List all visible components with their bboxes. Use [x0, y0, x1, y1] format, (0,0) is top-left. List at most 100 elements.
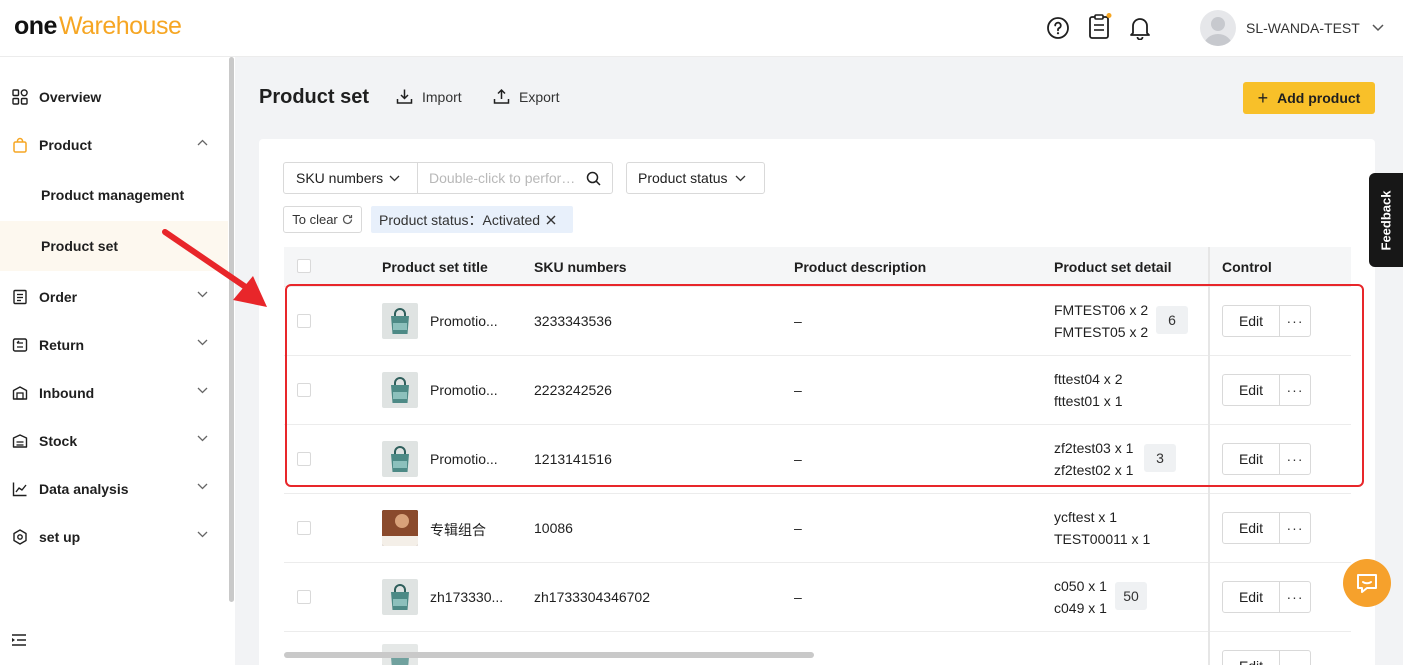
feedback-tab[interactable]: Feedback	[1369, 173, 1403, 267]
import-icon	[396, 89, 413, 104]
product-description: –	[794, 520, 802, 536]
filter-tag-status: Product status：Activated	[371, 206, 573, 233]
inbound-icon	[12, 385, 28, 401]
column-header: Control	[1222, 259, 1272, 275]
horizontal-scrollbar[interactable]	[284, 652, 814, 658]
search-input[interactable]: Double-click to perform batch search	[418, 163, 612, 193]
detail-line: TEST00011 x 1	[1054, 531, 1151, 547]
page-title: Product set	[259, 86, 370, 108]
sidebar-item-product[interactable]: Product	[0, 121, 228, 169]
select-all-checkbox[interactable]	[297, 259, 311, 273]
add-product-label: Add product	[1277, 90, 1361, 106]
close-icon[interactable]	[546, 215, 556, 225]
product-set-detail: ycftest x 1 TEST00011 x 1	[1054, 506, 1150, 550]
product-set-title[interactable]: zh173330...	[430, 589, 503, 605]
avatar	[1200, 10, 1236, 46]
sidebar-item-product-management[interactable]: Product management	[0, 170, 228, 220]
table-header: Product set title SKU numbers Product de…	[284, 247, 1351, 287]
sidebar-item-label: Overview	[39, 89, 102, 105]
brand-warehouse: Warehouse	[58, 12, 182, 40]
return-icon	[12, 337, 28, 353]
add-product-button[interactable]: + Add product	[1243, 82, 1375, 114]
table-row[interactable]: 专辑组合 10086 – ycftest x 1 TEST00011 x 1 E…	[284, 494, 1351, 563]
detail-count-badge[interactable]: 50	[1115, 582, 1147, 610]
help-icon[interactable]	[1046, 16, 1070, 40]
edit-button[interactable]: Edit	[1222, 650, 1280, 665]
stock-icon	[12, 433, 28, 449]
chevron-down-icon	[197, 339, 208, 346]
sku-number: 10086	[534, 520, 573, 536]
product-status-select[interactable]: Product status	[626, 162, 765, 194]
highlight-box	[285, 284, 1364, 487]
album-thumbnail	[382, 510, 418, 546]
sidebar-item-data-analysis[interactable]: Data analysis	[0, 465, 228, 513]
clipboard-icon[interactable]	[1088, 13, 1112, 39]
chat-icon[interactable]	[1343, 559, 1391, 607]
import-button[interactable]: Import	[396, 88, 462, 105]
detail-line: ycftest x 1	[1054, 509, 1118, 525]
bell-icon[interactable]	[1129, 16, 1153, 41]
sku-type-select[interactable]: SKU numbers	[284, 163, 418, 193]
row-checkbox[interactable]	[297, 590, 311, 604]
product-description: –	[794, 589, 802, 605]
edit-button[interactable]: Edit	[1222, 581, 1280, 613]
column-header: SKU numbers	[534, 259, 627, 275]
table-row[interactable]: zh173330... zh1733304346702 – c050 x 1 c…	[284, 563, 1351, 632]
bag-icon	[12, 137, 28, 153]
sidebar-scrollbar[interactable]	[229, 57, 234, 602]
clear-label: To clear	[292, 212, 338, 227]
plus-icon: +	[1257, 88, 1269, 108]
more-actions-button[interactable]: ···	[1279, 512, 1311, 544]
chart-icon	[12, 481, 28, 497]
collapse-menu-icon[interactable]	[11, 633, 27, 650]
sku-number: zh1733304346702	[534, 589, 651, 605]
sidebar-item-label: Product set	[41, 238, 119, 254]
status-select-label: Product status	[638, 170, 728, 186]
detail-line: c050 x 1	[1054, 578, 1107, 594]
row-checkbox[interactable]	[297, 521, 311, 535]
export-label: Export	[519, 88, 560, 105]
clear-filters-button[interactable]: To clear	[283, 206, 362, 233]
chevron-down-icon	[735, 175, 745, 181]
table-row-partial[interactable]: Edit ···	[284, 632, 1351, 665]
user-menu[interactable]: SL-WANDA-TEST	[1200, 10, 1384, 46]
sidebar-item-label: Product	[39, 137, 92, 153]
detail-line: c049 x 1	[1054, 600, 1107, 616]
sidebar-item-label: set up	[39, 529, 81, 545]
sidebar-item-overview[interactable]: Overview	[0, 73, 228, 121]
settings-icon	[12, 529, 28, 545]
sidebar-item-label: Product management	[41, 187, 185, 203]
sku-filter: SKU numbers Double-click to perform batc…	[283, 162, 613, 194]
refresh-icon	[342, 214, 352, 225]
filter-tag-label: Product status：Activated	[379, 211, 541, 228]
search-icon[interactable]	[586, 171, 601, 186]
chevron-down-icon	[197, 435, 208, 442]
sidebar-item-set-up[interactable]: set up	[0, 513, 228, 561]
chevron-down-icon	[389, 175, 400, 181]
sidebar-item-label: Stock	[39, 433, 78, 449]
column-header: Product set title	[382, 259, 488, 275]
order-icon	[12, 289, 28, 305]
chevron-up-icon	[197, 139, 208, 146]
column-header: Product set detail	[1054, 259, 1172, 275]
top-bar: oneWarehouse SL-WANDA-TEST	[0, 0, 1403, 57]
column-header: Product description	[794, 259, 927, 275]
export-button[interactable]: Export	[493, 88, 559, 105]
brand-logo[interactable]: oneWarehouse	[14, 12, 182, 41]
product-set-detail: c050 x 1 c049 x 1	[1054, 575, 1107, 619]
edit-button[interactable]: Edit	[1222, 512, 1280, 544]
sidebar-item-label: Inbound	[39, 385, 95, 401]
product-set-title[interactable]: 专辑组合	[430, 520, 486, 540]
sidebar-item-stock[interactable]: Stock	[0, 417, 228, 465]
sidebar-item-label: Order	[39, 289, 78, 305]
more-actions-button[interactable]: ···	[1279, 581, 1311, 613]
search-placeholder: Double-click to perform batch search	[429, 170, 577, 186]
chevron-down-icon	[197, 483, 208, 490]
sidebar-item-return[interactable]: Return	[0, 321, 228, 369]
sidebar-item-inbound[interactable]: Inbound	[0, 369, 228, 417]
brand-one: one	[14, 12, 57, 40]
product-thumbnail	[382, 579, 418, 615]
export-icon	[493, 88, 510, 104]
sku-select-label: SKU numbers	[296, 170, 384, 186]
more-actions-button[interactable]: ···	[1279, 650, 1311, 665]
